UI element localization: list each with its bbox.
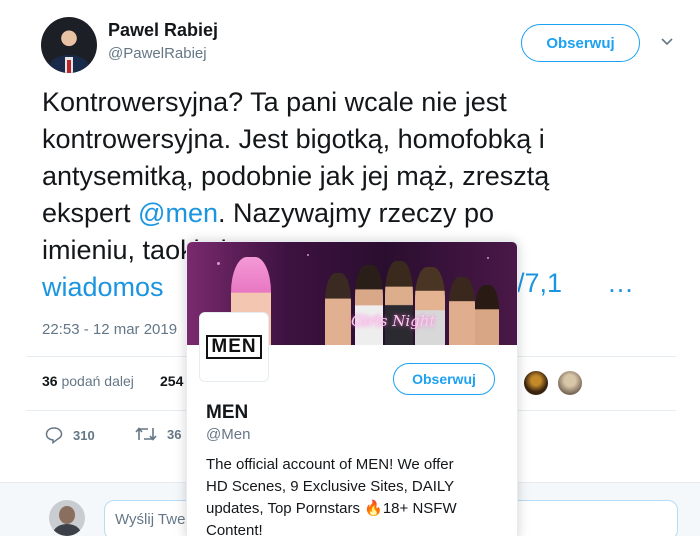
current-user-avatar[interactable] bbox=[49, 500, 85, 536]
likes-count[interactable]: 254 bbox=[160, 373, 183, 389]
bio-line: HD Scenes, 9 Exclusive Sites, DAILY bbox=[206, 478, 455, 495]
link-text[interactable]: wiadomos bbox=[42, 272, 164, 302]
tweet-line: kontrowersyjna. Jest bigotką, homofobką … bbox=[42, 124, 545, 154]
bio-line: Content! bbox=[206, 522, 263, 536]
card-handle[interactable]: @Men bbox=[206, 426, 250, 443]
reply-count: 310 bbox=[73, 427, 95, 443]
liker-avatar[interactable] bbox=[556, 369, 584, 397]
author-handle[interactable]: @PawelRabiej bbox=[108, 45, 207, 62]
tweet-line-text: . Nazywajmy rzeczy po bbox=[217, 198, 495, 228]
card-name[interactable]: MEN bbox=[206, 402, 248, 424]
bio-line: updates, Top Pornstars 🔥18+ NSFW bbox=[206, 500, 457, 517]
retweet-count: 36 bbox=[42, 373, 58, 389]
retweet-label: podań dalej bbox=[57, 373, 134, 389]
reply-action[interactable]: 310 bbox=[45, 426, 95, 444]
logo-text: MEN bbox=[206, 335, 262, 359]
profile-logo[interactable]: MEN bbox=[199, 312, 269, 382]
tweet-line: antysemitką, podobnie jak jej mąż, zresz… bbox=[42, 161, 550, 191]
mention-link[interactable]: @men bbox=[138, 198, 218, 228]
follow-button[interactable]: Obserwuj bbox=[521, 24, 640, 62]
tweet-line: Kontrowersyjna? Ta pani wcale nie jest bbox=[42, 87, 507, 117]
retweet-stat[interactable]: 36 podań dalej bbox=[42, 373, 134, 389]
retweet-icon bbox=[135, 427, 157, 441]
card-bio: The official account of MEN! We offer HD… bbox=[206, 454, 506, 536]
tweet-line-text: ekspert bbox=[42, 198, 139, 228]
liker-avatar[interactable] bbox=[522, 369, 550, 397]
author-avatar[interactable] bbox=[41, 17, 97, 73]
author-name[interactable]: Pawel Rabiej bbox=[108, 20, 218, 41]
link-tail[interactable]: /7,1 bbox=[517, 268, 562, 299]
retweet-action-count: 36 bbox=[167, 426, 182, 442]
tweet-line-text: imieniu, ta bbox=[42, 235, 166, 265]
retweet-action[interactable]: 36 bbox=[135, 426, 181, 442]
tweet-line: ekspert @men. Nazywajmy rzeczy po bbox=[42, 195, 682, 232]
chevron-down-icon[interactable] bbox=[661, 36, 673, 48]
link-ellipsis[interactable]: … bbox=[607, 268, 634, 299]
bio-line: The official account of MEN! We offer bbox=[206, 456, 454, 473]
reply-icon bbox=[45, 427, 63, 444]
card-follow-button[interactable]: Obserwuj bbox=[393, 363, 495, 395]
banner-text: Girls Night bbox=[351, 312, 436, 330]
tweet-timestamp[interactable]: 22:53 - 12 mar 2019 bbox=[42, 321, 177, 338]
profile-hover-card: Girls Night MEN Obserwuj MEN @Men The of… bbox=[186, 241, 518, 536]
